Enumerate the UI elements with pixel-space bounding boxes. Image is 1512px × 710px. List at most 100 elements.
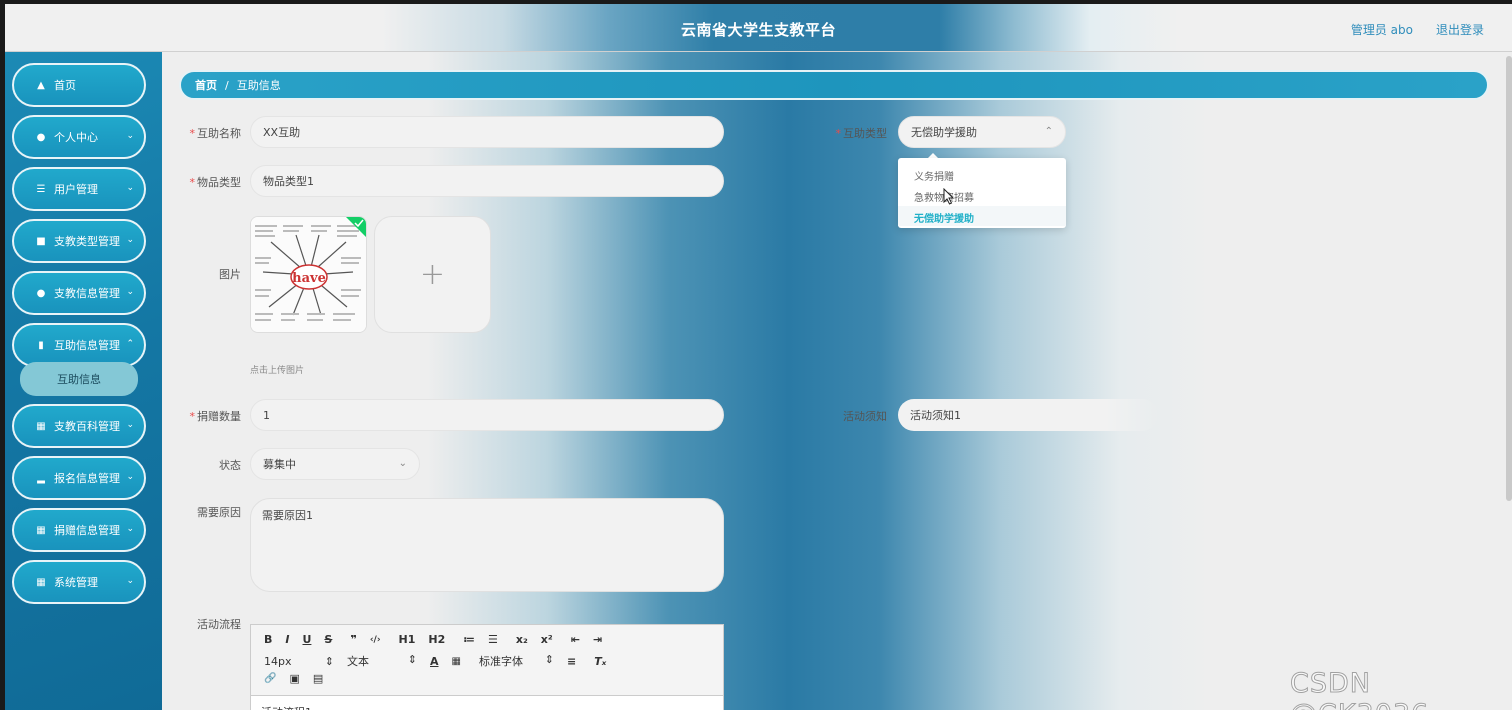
process-label: 活动流程: [197, 618, 241, 631]
user-icon: ●: [36, 131, 46, 143]
image-icon[interactable]: ▣: [289, 672, 299, 685]
status-select[interactable]: 募集中 ⌄: [250, 448, 420, 480]
select-arrow-icon: ⇕: [324, 654, 334, 668]
reason-textarea[interactable]: 需要原因1: [250, 498, 724, 592]
sidebar-item-encyclopedia[interactable]: ▦ 支教百科管理 ⌄: [12, 404, 146, 448]
dropdown-option[interactable]: 义务捐赠: [914, 168, 954, 183]
indent-button[interactable]: ⇥: [593, 633, 602, 646]
grid-icon: ▦: [36, 576, 46, 588]
select-arrow-icon: ⇕: [544, 653, 554, 666]
app-title: 云南省大学生支教平台: [680, 21, 836, 39]
clipboard-icon: ▮: [38, 339, 44, 351]
chevron-up-icon: ⌃: [1044, 126, 1053, 137]
font-family-select[interactable]: 标准字体 ⇕: [479, 653, 554, 669]
subscript-button[interactable]: x₂: [516, 633, 528, 646]
name-input[interactable]: XX互助: [250, 116, 724, 148]
sidebar-item-mutual-help[interactable]: ▮ 互助信息管理 ⌃: [12, 323, 146, 367]
background-color-icon[interactable]: ▦: [452, 656, 461, 667]
bold-button[interactable]: B: [264, 633, 272, 646]
link-icon[interactable]: 🔗: [264, 673, 276, 684]
align-icon[interactable]: ≡: [567, 655, 576, 668]
chevron-down-icon: ⌄: [398, 458, 407, 469]
sidebar-item-label: 系统管理: [54, 576, 98, 589]
image-label: 图片: [219, 268, 241, 281]
chevron-down-icon: ⌄: [126, 576, 134, 586]
breadcrumb: 首页 / 互助信息: [179, 70, 1489, 100]
sidebar-item-label: 支教信息管理: [54, 287, 120, 300]
status-value: 募集中: [263, 458, 296, 471]
editor-toolbar-row-3: 🔗 ▣ ▤: [251, 672, 323, 685]
font-size-select[interactable]: 14px ⇕: [264, 655, 334, 668]
list-icon: ☰: [36, 183, 46, 195]
csdn-watermark: CSDN @CK3036: [1290, 668, 1429, 710]
sidebar-item-signup-info[interactable]: ▂ 报名信息管理 ⌄: [12, 456, 146, 500]
sidebar-item-teaching-type[interactable]: ■ 支教类型管理 ⌄: [12, 219, 146, 263]
strike-button[interactable]: S: [324, 633, 332, 646]
sidebar-item-label: 支教类型管理: [54, 235, 120, 248]
sidebar-subitem-mutual-help-info[interactable]: 互助信息: [20, 362, 138, 396]
mouse-cursor-icon: [943, 188, 955, 205]
sidebar-item-label: 用户管理: [54, 183, 98, 196]
bar-chart-icon: ▂: [37, 472, 45, 484]
chevron-down-icon: ⌄: [126, 183, 134, 193]
help-type-dropdown: 义务捐赠 急救物资招募 无偿助学援助: [898, 158, 1066, 228]
uploaded-image-thumbnail[interactable]: have: [250, 216, 367, 333]
breadcrumb-home[interactable]: 首页: [195, 77, 217, 93]
item-type-label: * 物品类型: [189, 176, 242, 189]
chevron-down-icon: ⌄: [126, 524, 134, 534]
status-label: 状态: [219, 459, 241, 472]
underline-button[interactable]: U: [302, 633, 311, 646]
sidebar-item-label: 支教百科管理: [54, 420, 120, 433]
superscript-button[interactable]: x²: [541, 633, 553, 646]
add-image-button[interactable]: +: [374, 216, 491, 333]
sidebar-item-donation-info[interactable]: ▦ 捐赠信息管理 ⌄: [12, 508, 146, 552]
notice-label: 活动须知: [843, 410, 887, 423]
sidebar-item-system[interactable]: ▦ 系统管理 ⌄: [12, 560, 146, 604]
paragraph-select[interactable]: 文本 ⇕: [347, 653, 417, 669]
dropdown-option-selected[interactable]: 无偿助学援助: [914, 210, 974, 225]
sidebar-item-label: 互助信息管理: [54, 339, 120, 352]
sidebar-item-user-management[interactable]: ☰ 用户管理 ⌄: [12, 167, 146, 211]
admin-user-label: 管理员 abo: [1350, 23, 1413, 37]
logout-link[interactable]: 退出登录: [1436, 21, 1484, 38]
bullet-list-button[interactable]: ☰: [488, 633, 498, 646]
item-type-input[interactable]: 物品类型1: [250, 165, 724, 197]
editor-toolbar-row-2: 14px ⇕ 文本 ⇕ A ▦ 标准字体 ⇕ ≡ Tₓ: [251, 653, 606, 669]
blockquote-button[interactable]: ❞: [350, 633, 356, 646]
sidebar-item-personal-center[interactable]: ● 个人中心 ⌄: [12, 115, 146, 159]
quantity-input[interactable]: 1: [250, 399, 724, 431]
sidebar-item-label: 捐赠信息管理: [54, 524, 120, 537]
chevron-down-icon: ⌄: [126, 472, 134, 482]
chevron-up-icon: ⌃: [126, 339, 134, 349]
outdent-button[interactable]: ⇤: [571, 633, 580, 646]
h1-button[interactable]: H1: [399, 633, 416, 646]
grid-icon: ▦: [36, 524, 46, 536]
sidebar-item-teaching-info[interactable]: ● 支教信息管理 ⌄: [12, 271, 146, 315]
ordered-list-button[interactable]: ≔: [463, 633, 475, 646]
help-type-select[interactable]: 无偿助学援助 ⌃: [898, 116, 1066, 148]
video-icon[interactable]: ▤: [313, 672, 323, 685]
code-block-button[interactable]: ‹/›: [370, 635, 381, 645]
chevron-down-icon: ⌄: [126, 131, 134, 141]
italic-button[interactable]: I: [285, 633, 289, 646]
font-color-icon[interactable]: A: [430, 655, 439, 668]
clear-format-icon[interactable]: Tₓ: [594, 655, 606, 668]
sidebar-item-home[interactable]: ▲ 首页: [12, 63, 146, 107]
editor-toolbar-row-1: B I U S ❞ ‹/› H1 H2 ≔ ☰ x₂ x² ⇤ ⇥: [251, 633, 602, 646]
thumb-word: have: [292, 271, 326, 286]
upload-tip: 点击上传图片: [250, 366, 305, 376]
sidebar-item-label: 个人中心: [54, 131, 98, 144]
notice-input[interactable]: 活动须知1: [898, 399, 1158, 431]
sidebar-item-label: 报名信息管理: [54, 472, 120, 485]
chevron-down-icon: ⌄: [126, 235, 134, 245]
help-type-value: 无偿助学援助: [911, 126, 977, 139]
breadcrumb-separator: /: [225, 78, 229, 92]
h2-button[interactable]: H2: [428, 633, 445, 646]
chevron-down-icon: ⌄: [126, 287, 134, 297]
page-scrollbar[interactable]: [1506, 56, 1512, 501]
mindmap-image: have: [251, 217, 366, 332]
grid-icon: ▦: [36, 420, 46, 432]
reason-label: 需要原因: [197, 506, 241, 519]
select-arrow-icon: ⇕: [407, 653, 417, 666]
editor-content[interactable]: 活动流程1: [251, 695, 723, 710]
